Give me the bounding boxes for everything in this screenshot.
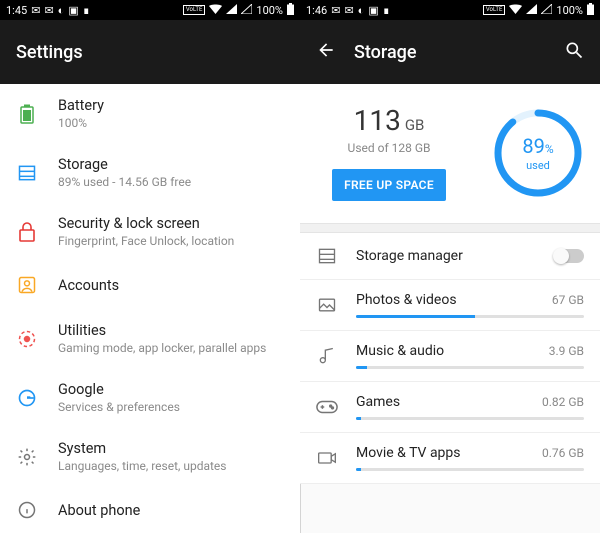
category-music-audio[interactable]: Music & audio 3.9 GB [300,331,600,382]
page-title: Storage [354,42,417,63]
notif-icon: ◐ [358,4,365,17]
category-bar [356,417,584,420]
settings-screen: 1:45 ✉ ✉ ◐ ▣ ∎ VoLTE 100% Settings [0,0,300,533]
category-value: 0.82 GB [542,395,584,409]
row-label: System [58,440,284,457]
row-sub: Gaming mode, app locker, parallel apps [58,341,284,355]
settings-row-system[interactable]: System Languages, time, reset, updates [0,427,300,486]
notif-icon: ◐ [58,4,65,17]
signal-icon [526,4,537,17]
status-bar: 1:46 ✉ ✉ ◐ ▣ ∎ VoLTE 100% [300,0,600,20]
row-sub: Fingerprint, Face Unlock, location [58,234,284,248]
row-label: Security & lock screen [58,215,284,232]
notif-icon: ∎ [383,4,390,17]
app-bar: Storage [300,20,600,84]
ring-label: used [526,159,550,172]
settings-row-google[interactable]: Google Services & preferences [0,368,300,427]
notif-icon: ✉ [31,4,40,17]
system-icon [16,446,38,468]
row-label: Storage [58,156,284,173]
notif-icon: ✉ [331,4,340,17]
back-icon[interactable] [316,40,336,64]
lock-icon [16,221,38,243]
category-bar [356,366,584,369]
category-label: Games [356,394,400,410]
utilities-icon [16,328,38,350]
category-bar [356,315,584,318]
volte-icon: VoLTE [483,5,506,15]
usage-ring: 89% used [492,107,584,199]
free-up-space-button[interactable]: FREE UP SPACE [332,169,446,201]
settings-row-battery[interactable]: Battery 100% [0,84,300,143]
settings-list: Battery 100% Storage 89% used - 14.56 GB fr… [0,84,300,533]
row-label: Google [58,381,284,398]
notif-icon: ∎ [83,4,90,17]
google-icon [16,387,38,409]
battery-text: 100% [256,4,283,17]
signal-icon [241,4,252,17]
volte-icon: VoLTE [183,5,206,15]
movie-icon [316,447,338,469]
ring-percent: 89 [522,134,544,158]
storage-manager-toggle[interactable] [554,249,584,263]
storage-manager-label: Storage manager [356,248,536,264]
storage-manager-row[interactable]: Storage manager [300,233,600,280]
row-label: Battery [58,97,284,114]
category-list: Photos & videos 67 GB Music & audio 3.9 GB G… [300,280,600,484]
category-games[interactable]: Games 0.82 GB [300,382,600,433]
category-label: Movie & TV apps [356,445,461,461]
app-bar: Settings [0,20,300,84]
notif-icon: ▣ [368,4,378,17]
battery-icon [16,103,38,125]
category-bar [356,468,584,471]
status-bar: 1:45 ✉ ✉ ◐ ▣ ∎ VoLTE 100% [0,0,300,20]
row-label: Accounts [58,277,284,294]
games-icon [316,396,338,418]
battery-icon [287,3,294,18]
about-icon [16,499,38,521]
used-amount: 113GB [316,104,462,137]
category-value: 67 GB [552,293,584,307]
storage-summary: 113GB Used of 128 GB FREE UP SPACE 89% u… [300,84,600,223]
signal-icon [541,4,552,17]
notif-icon: ✉ [44,4,53,17]
category-label: Photos & videos [356,292,457,308]
music-icon [316,345,338,367]
settings-row-security-lock-screen[interactable]: Security & lock screen Fingerprint, Face … [0,202,300,261]
battery-icon [587,3,594,18]
wifi-icon [209,4,222,17]
category-value: 0.76 GB [542,446,584,460]
settings-row-storage[interactable]: Storage 89% used - 14.56 GB free [0,143,300,202]
section-gap [300,223,600,233]
clock: 1:46 [306,4,327,17]
row-sub: Services & preferences [58,400,284,414]
storage-icon [16,162,38,184]
wifi-icon [509,4,522,17]
category-label: Music & audio [356,343,444,359]
search-icon[interactable] [564,40,584,64]
page-title: Settings [16,42,83,63]
row-label: About phone [58,502,284,519]
storage-icon [316,245,338,267]
total-line: Used of 128 GB [316,141,462,155]
battery-text: 100% [556,4,583,17]
row-sub: 89% used - 14.56 GB free [58,175,284,189]
account-icon [16,274,38,296]
row-sub: Languages, time, reset, updates [58,459,284,473]
notif-icon: ▣ [68,4,78,17]
row-sub: 100% [58,116,284,130]
notif-icon: ✉ [344,4,353,17]
category-photos-videos[interactable]: Photos & videos 67 GB [300,280,600,331]
clock: 1:45 [6,4,27,17]
settings-row-accounts[interactable]: Accounts [0,261,300,309]
settings-row-utilities[interactable]: Utilities Gaming mode, app locker, parall… [0,309,300,368]
signal-icon [226,4,237,17]
category-value: 3.9 GB [549,344,584,358]
category-movie-tv-apps[interactable]: Movie & TV apps 0.76 GB [300,433,600,484]
storage-screen: 1:46 ✉ ✉ ◐ ▣ ∎ VoLTE 100% [300,0,600,533]
row-label: Utilities [58,322,284,339]
settings-row-about-phone[interactable]: About phone [0,486,300,533]
photos-icon [316,294,338,316]
